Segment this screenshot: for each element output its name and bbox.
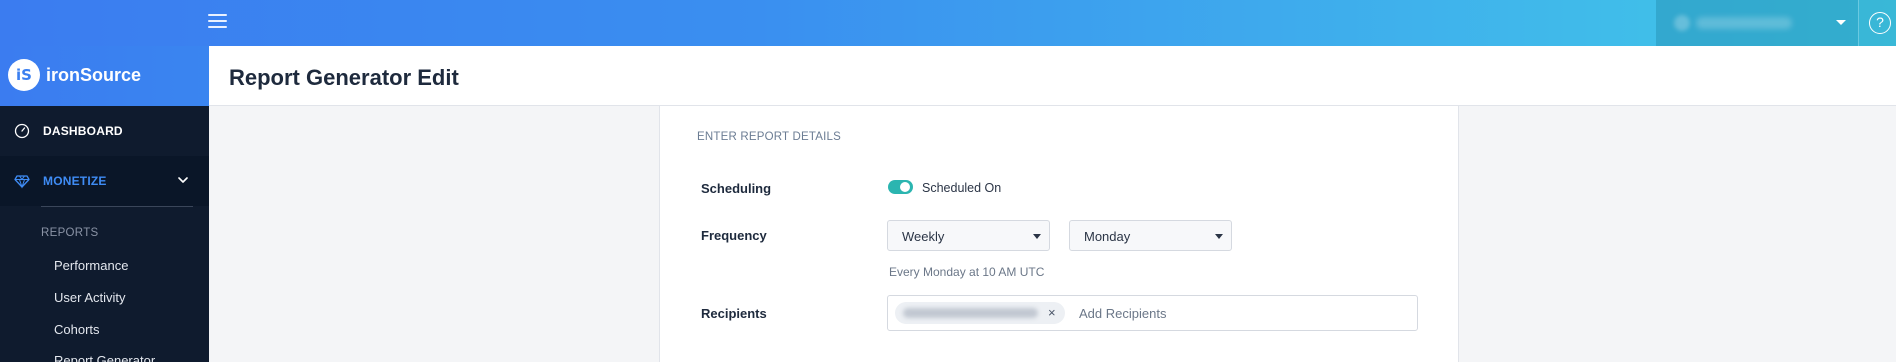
top-bar: ? [0, 0, 1896, 46]
ironsource-logo-icon: iS [8, 59, 40, 91]
day-select-value: Monday [1084, 229, 1131, 244]
recipient-chip: × [895, 302, 1065, 324]
frequency-select-value: Weekly [902, 229, 945, 244]
sidebar: iS ironSource DASHBOARD MONETIZE REPORTS… [0, 46, 209, 362]
recipients-input[interactable] [1079, 304, 1379, 322]
sidebar-item-label: DASHBOARD [43, 124, 123, 138]
user-name-redacted [1696, 17, 1792, 29]
hamburger-icon[interactable] [208, 14, 227, 29]
sidebar-item-monetize[interactable]: MONETIZE [0, 156, 209, 206]
help-icon[interactable]: ? [1869, 12, 1891, 34]
frequency-hint: Every Monday at 10 AM UTC [889, 265, 1045, 279]
page-title: Report Generator Edit [229, 65, 459, 90]
chevron-down-icon [1836, 20, 1846, 25]
report-details-card: ENTER REPORT DETAILS Scheduling Schedule… [659, 106, 1459, 362]
user-avatar [1674, 15, 1690, 31]
sidebar-item-performance[interactable]: Performance [54, 258, 128, 273]
sidebar-item-report-generator[interactable]: Report Generator [54, 353, 155, 362]
sidebar-item-dashboard[interactable]: DASHBOARD [0, 106, 209, 156]
nav-divider [41, 206, 193, 207]
reports-heading: REPORTS [41, 227, 99, 239]
chevron-down-icon [178, 177, 188, 183]
user-account-menu[interactable] [1656, 0, 1858, 46]
day-select[interactable]: Monday [1069, 220, 1232, 251]
frequency-label: Frequency [701, 228, 767, 243]
sidebar-item-user-activity[interactable]: User Activity [54, 290, 126, 305]
recipient-email-redacted [903, 308, 1038, 318]
section-title: ENTER REPORT DETAILS [697, 131, 841, 143]
scheduling-status-text: Scheduled On [922, 181, 1002, 195]
sidebar-item-label: MONETIZE [43, 174, 107, 188]
page-header: Report Generator Edit [209, 46, 1896, 106]
scheduling-label: Scheduling [701, 181, 772, 196]
recipients-field[interactable]: × [887, 295, 1418, 331]
caret-down-icon [1215, 234, 1223, 239]
recipients-label: Recipients [701, 306, 767, 321]
brand-header: iS ironSource [0, 46, 209, 106]
caret-down-icon [1033, 234, 1041, 239]
sidebar-item-cohorts[interactable]: Cohorts [54, 322, 100, 337]
gauge-icon [14, 123, 30, 139]
close-icon[interactable]: × [1048, 305, 1056, 320]
frequency-select[interactable]: Weekly [887, 220, 1050, 251]
help-area: ? [1858, 0, 1896, 46]
scheduling-toggle[interactable] [888, 180, 913, 194]
toggle-knob [900, 182, 910, 192]
brand-name: ironSource [46, 65, 142, 85]
diamond-icon [14, 175, 30, 189]
